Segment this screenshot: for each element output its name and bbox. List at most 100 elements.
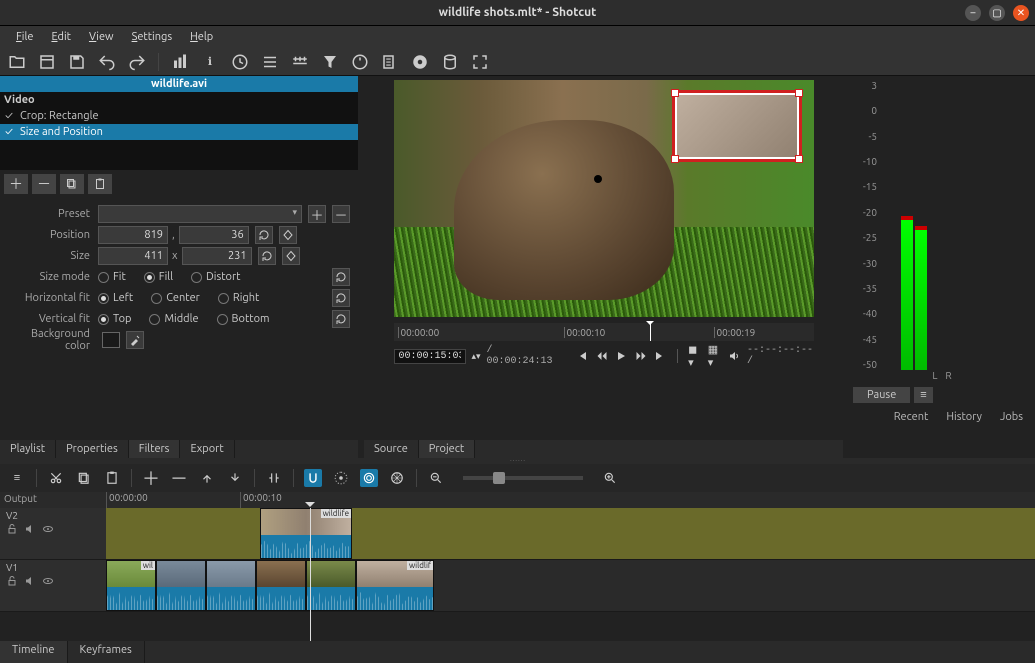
sizemode-fill-radio[interactable]: Fill [144, 271, 173, 283]
zoom-out-icon[interactable] [427, 469, 445, 487]
zoom-in-icon[interactable] [601, 469, 619, 487]
lift-icon[interactable] [198, 469, 216, 487]
hfit-center-radio[interactable]: Center [151, 292, 200, 304]
menu-help[interactable]: Help [182, 29, 221, 45]
tab-filters[interactable]: Filters [129, 440, 181, 458]
timeline-menu-button[interactable]: ≡ [8, 469, 26, 487]
player-ruler[interactable]: 00:00:00 00:00:10 00:00:19 [394, 323, 814, 341]
skip-end-button[interactable] [654, 348, 668, 364]
tab-export[interactable]: Export [180, 440, 234, 458]
clip[interactable] [306, 560, 356, 611]
append-icon[interactable]: ＋ [142, 469, 160, 487]
skip-start-button[interactable] [575, 348, 589, 364]
size-reset-button[interactable] [258, 247, 276, 265]
open-icon[interactable] [8, 53, 26, 71]
position-reset-button[interactable] [255, 226, 273, 244]
menu-view[interactable]: View [81, 29, 122, 45]
undo-icon[interactable] [98, 53, 116, 71]
pause-button[interactable]: Pause [853, 387, 910, 403]
tab-timeline[interactable]: Timeline [0, 641, 68, 663]
ripple-all-icon[interactable] [388, 469, 406, 487]
vfit-reset-button[interactable] [332, 310, 350, 328]
hide-icon[interactable] [42, 575, 54, 590]
tab-history[interactable]: History [938, 409, 990, 425]
playhead-icon[interactable] [650, 323, 651, 341]
mute-icon[interactable] [24, 523, 36, 538]
preset-remove-button[interactable]: － [332, 205, 350, 223]
tab-recent[interactable]: Recent [886, 409, 937, 425]
track-header[interactable]: V1 [0, 560, 106, 611]
bgcolor-swatch[interactable] [102, 332, 120, 348]
clip[interactable] [256, 560, 306, 611]
play-button[interactable] [614, 348, 628, 364]
track-lane[interactable]: wildlife [106, 508, 1035, 559]
paste-icon[interactable] [103, 469, 121, 487]
maximize-button[interactable]: ▢ [989, 5, 1005, 21]
tab-jobs[interactable]: Jobs [992, 409, 1031, 425]
remove-icon[interactable]: － [170, 469, 188, 487]
clip[interactable] [206, 560, 256, 611]
lock-icon[interactable] [6, 523, 18, 538]
peak-meter-icon[interactable] [171, 53, 189, 71]
split-icon[interactable] [265, 469, 283, 487]
hfit-right-radio[interactable]: Right [218, 292, 259, 304]
size-w-input[interactable] [98, 247, 168, 265]
scrub-icon[interactable] [332, 469, 350, 487]
vfit-bottom-radio[interactable]: Bottom [217, 313, 270, 325]
grid-menu-button[interactable]: ▦ ▾ [708, 348, 722, 364]
timecode-input[interactable] [394, 349, 466, 364]
lock-icon[interactable] [6, 575, 18, 590]
position-keyframe-button[interactable] [279, 226, 297, 244]
sizemode-distort-radio[interactable]: Distort [191, 271, 240, 283]
filters-icon[interactable] [321, 53, 339, 71]
history-icon[interactable] [381, 53, 399, 71]
tab-playlist[interactable]: Playlist [0, 440, 56, 458]
mute-icon[interactable] [24, 575, 36, 590]
video-preview[interactable] [394, 80, 814, 317]
position-x-input[interactable] [98, 226, 168, 244]
save-icon[interactable] [68, 53, 86, 71]
filter-item-sizepos[interactable]: ✓ Size and Position [0, 124, 358, 140]
track-header[interactable]: V2 [0, 508, 106, 559]
vfit-top-radio[interactable]: Top [98, 313, 131, 325]
close-button[interactable]: ✕ [1013, 5, 1029, 21]
hide-icon[interactable] [42, 523, 54, 538]
menu-file[interactable]: File [8, 29, 41, 45]
redo-icon[interactable] [128, 53, 146, 71]
playlist-icon[interactable] [261, 53, 279, 71]
playlist-menu-button[interactable]: ≡ [914, 387, 932, 403]
menu-edit[interactable]: Edit [43, 29, 79, 45]
tab-properties[interactable]: Properties [56, 440, 129, 458]
copy-icon[interactable] [75, 469, 93, 487]
jobs-icon[interactable] [441, 53, 459, 71]
size-h-input[interactable] [182, 247, 252, 265]
clip[interactable]: wildlif [356, 560, 434, 611]
filter-item-crop[interactable]: ✓ Crop: Rectangle [0, 108, 358, 124]
size-keyframe-button[interactable] [282, 247, 300, 265]
timeline-ruler[interactable]: Output 00:00:00 00:00:10 [0, 492, 1035, 508]
fastforward-button[interactable] [634, 348, 648, 364]
snap-icon[interactable] [304, 469, 322, 487]
sizemode-reset-button[interactable] [332, 268, 350, 286]
hfit-left-radio[interactable]: Left [98, 292, 133, 304]
overwrite-icon[interactable] [226, 469, 244, 487]
preset-dropdown[interactable] [98, 205, 302, 223]
add-filter-button[interactable]: ＋ [4, 174, 28, 194]
tab-keyframes[interactable]: Keyframes [68, 641, 145, 663]
zoom-menu-button[interactable]: ◼ ▾ [688, 348, 702, 364]
rewind-button[interactable] [595, 348, 609, 364]
position-y-input[interactable] [179, 226, 249, 244]
timeline-playhead[interactable] [310, 508, 311, 641]
clip[interactable] [156, 560, 206, 611]
track-lane[interactable]: wilwildlif [106, 560, 1035, 611]
hfit-reset-button[interactable] [332, 289, 350, 307]
menu-settings[interactable]: Settings [124, 29, 181, 45]
volume-button[interactable] [727, 348, 741, 364]
clip[interactable]: wildlife [260, 508, 352, 559]
paste-filter-button[interactable] [88, 174, 112, 194]
fullscreen-icon[interactable] [471, 53, 489, 71]
copy-filter-button[interactable] [60, 174, 84, 194]
tab-source[interactable]: Source [364, 440, 419, 458]
recent-icon[interactable] [231, 53, 249, 71]
cut-icon[interactable] [47, 469, 65, 487]
